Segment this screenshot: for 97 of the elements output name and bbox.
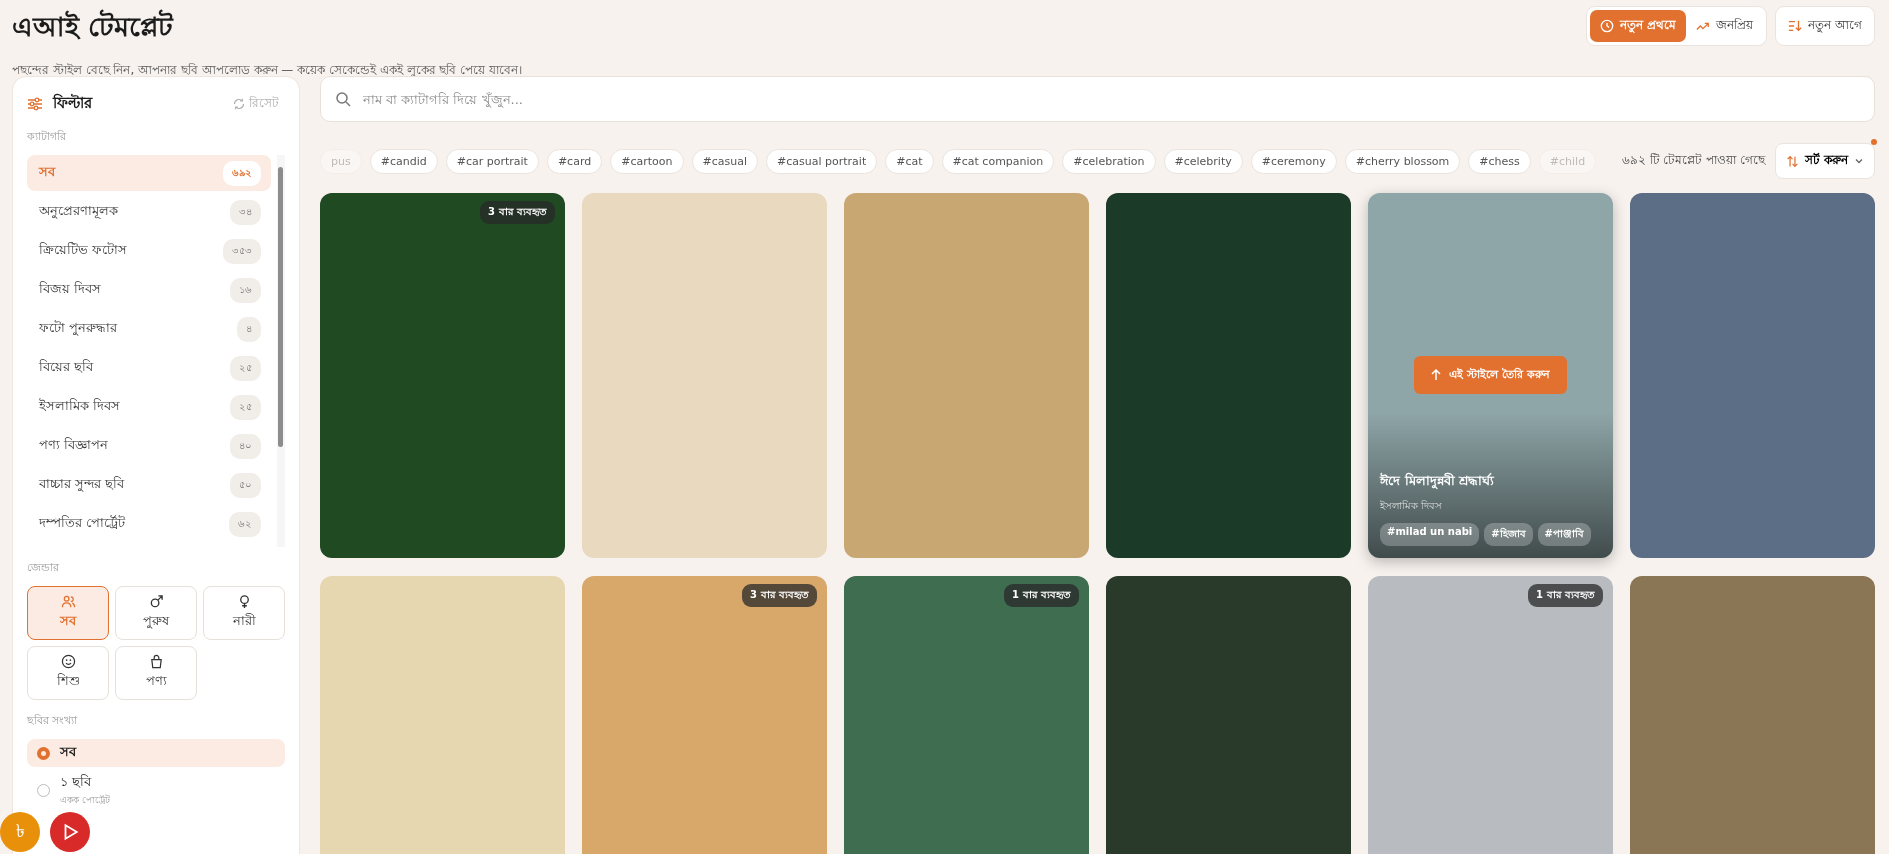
tag-chip[interactable]: #car portrait	[445, 148, 539, 174]
category-name: অনুপ্রেরণামূলক	[39, 202, 118, 221]
category-name: সব	[39, 163, 55, 181]
tag-chip[interactable]: #chess	[1468, 148, 1531, 174]
category-count: ৪০	[230, 433, 261, 459]
shopping-bag-icon	[148, 654, 164, 669]
template-card[interactable]: 3 বার ব্যবহৃত	[582, 576, 827, 854]
category-count: ২৫	[230, 355, 261, 381]
category-item[interactable]: অনুপ্রেরণামূলক ৩৪	[27, 194, 271, 230]
category-name: বিজয় দিবস	[39, 280, 101, 298]
category-item[interactable]: ফটো পুনরুদ্ধার ৪	[27, 311, 271, 347]
category-count: ৩৪	[230, 199, 261, 225]
tag-chip[interactable]: #candid	[369, 148, 438, 174]
category-item[interactable]: বাচ্চার সুন্দর ছবি ৫০	[27, 467, 271, 503]
category-count: ৫০	[230, 472, 261, 498]
gender-option[interactable]: শিশু	[27, 646, 109, 700]
sort-arrows-icon	[1785, 154, 1799, 168]
category-name: ক্রিয়েটিভ ফটোস	[39, 241, 127, 259]
category-item[interactable]: ইসলামিক দিবস ২৫	[27, 389, 271, 425]
gender-option[interactable]: নারী	[203, 586, 285, 640]
image-count-option[interactable]: সব	[27, 739, 285, 767]
category-name: ইসলামিক দিবস	[39, 397, 120, 415]
usage-badge: 3 বার ব্যবহৃত	[742, 584, 817, 607]
usage-badge: 1 বার ব্যবহৃত	[1004, 584, 1079, 607]
tag-chip[interactable]: #casual portrait	[766, 148, 878, 174]
template-card[interactable]	[1630, 576, 1875, 854]
category-item[interactable]: পণ্য বিজ্ঞাপন ৪০	[27, 428, 271, 464]
category-item[interactable]: বিয়ের ছবি ২৫	[27, 350, 271, 386]
option-label: সব	[60, 744, 76, 759]
radio-button[interactable]	[37, 746, 50, 760]
refresh-icon	[233, 97, 245, 110]
tag-chip[interactable]: #celebrity	[1163, 148, 1243, 174]
template-tag: #milad un nabi	[1380, 523, 1480, 546]
tag-chip[interactable]: #ceremony	[1250, 148, 1337, 174]
sort-descending-icon	[1788, 19, 1803, 33]
category-name: ফটো পুনরুদ্ধার	[39, 319, 117, 338]
category-item[interactable]: বিজয় দিবস ১৬	[27, 272, 271, 308]
template-card[interactable]	[1106, 576, 1351, 854]
gender-option[interactable]: পণ্য	[115, 646, 197, 700]
category-name: দম্পতির পোর্ট্রেট	[39, 514, 125, 532]
sliders-icon	[27, 95, 43, 112]
template-card[interactable]	[844, 193, 1089, 558]
male-symbol-icon	[148, 594, 164, 609]
template-card[interactable]	[582, 193, 827, 558]
search-field[interactable]: নাম বা ক্যাটাগরি দিয়ে খুঁজুন...	[320, 76, 1875, 122]
usage-badge: 1 বার ব্যবহৃত	[1528, 584, 1603, 607]
tag-chip[interactable]: #casual	[691, 148, 759, 174]
page-title: এআই টেমপ্লেট	[12, 8, 175, 44]
template-card[interactable]	[1106, 193, 1351, 558]
option-sublabel: একক পোর্ট্রেট	[60, 793, 110, 807]
people-icon	[60, 594, 76, 609]
template-card[interactable]: 1 বার ব্যবহৃত	[1368, 576, 1613, 854]
category-label: ক্যাটাগরি	[27, 129, 67, 145]
tag-chip[interactable]: #cat	[885, 148, 934, 174]
category-count: ১৬	[230, 277, 261, 303]
filter-title: ফিল্টার	[53, 92, 92, 114]
category-name: বিয়ের ছবি	[39, 358, 93, 376]
order-button[interactable]: নতুন আগে	[1775, 6, 1875, 46]
clock-icon	[1600, 19, 1614, 33]
arrow-up-icon	[1431, 369, 1442, 381]
template-card[interactable]: এই স্টাইলে তৈরি করুন ঈদে মিলাদুন্নবী শ্রদ্ধার্ঘ্য ইসলামিক দিবস #milad un nabi #হিজাব #পাঞ্জাবি	[1368, 193, 1613, 558]
template-card[interactable]: 3 বার ব্যবহৃত	[320, 193, 565, 558]
template-card[interactable]	[320, 576, 565, 854]
image-count-option[interactable]: ১ ছবি একক পোর্ট্রেট	[27, 769, 285, 812]
sort-tab[interactable]: জনপ্রিয়	[1686, 10, 1764, 42]
notification-dot	[1871, 139, 1877, 145]
category-item[interactable]: ক্রিয়েটিভ ফটোস ৩৫৩	[27, 233, 271, 269]
gender-label: জেন্ডার	[27, 560, 60, 576]
template-tag: #হিজাব	[1484, 523, 1533, 546]
result-count: ৬৯২ টি টেমপ্লেট পাওয়া গেছে	[1622, 151, 1765, 169]
category-item[interactable]: দম্পতির পোর্ট্রেট ৬২	[27, 506, 271, 542]
tag-chip[interactable]: #cat companion	[941, 148, 1055, 174]
template-title: ঈদে মিলাদুন্নবী শ্রদ্ধার্ঘ্য	[1380, 471, 1496, 491]
tag-chip[interactable]: #celebration	[1062, 148, 1156, 174]
smiley-icon	[60, 654, 76, 669]
template-card[interactable]	[1630, 193, 1875, 558]
tag-chip[interactable]: #cartoon	[610, 148, 684, 174]
category-count: ৬৯২	[223, 160, 261, 186]
template-tag: #পাঞ্জাবি	[1537, 523, 1591, 546]
scrollbar[interactable]	[277, 155, 285, 547]
category-count: ৬২	[229, 511, 261, 537]
category-count: ৪	[237, 316, 261, 342]
image-count-label: ছবির সংখ্যা	[27, 713, 79, 729]
chevron-down-icon	[1854, 156, 1864, 166]
category-name: পণ্য বিজ্ঞাপন	[39, 436, 108, 454]
template-card[interactable]: 1 বার ব্যবহৃত	[844, 576, 1089, 854]
tag-chip[interactable]: #cherry blossom	[1344, 148, 1461, 174]
gender-option[interactable]: পুরুষ	[115, 586, 197, 640]
category-count: ৩৫৩	[223, 238, 261, 264]
category-name: বাচ্চার সুন্দর ছবি	[39, 475, 124, 494]
tag-chip[interactable]: #card	[546, 148, 603, 174]
option-label: ১ ছবি	[60, 774, 91, 789]
category-count: ২৫	[230, 394, 261, 420]
page-subtitle: পছন্দের স্টাইল বেছে নিন, আপনার ছবি আপলোড করুন — কয়েক সেকেন্ডেই একই লুকের ছবি পেয়ে যাবেন।	[12, 62, 523, 79]
template-category: ইসলামিক দিবস	[1380, 499, 1444, 513]
search-icon	[335, 91, 351, 107]
usage-badge: 3 বার ব্যবহৃত	[480, 201, 555, 224]
